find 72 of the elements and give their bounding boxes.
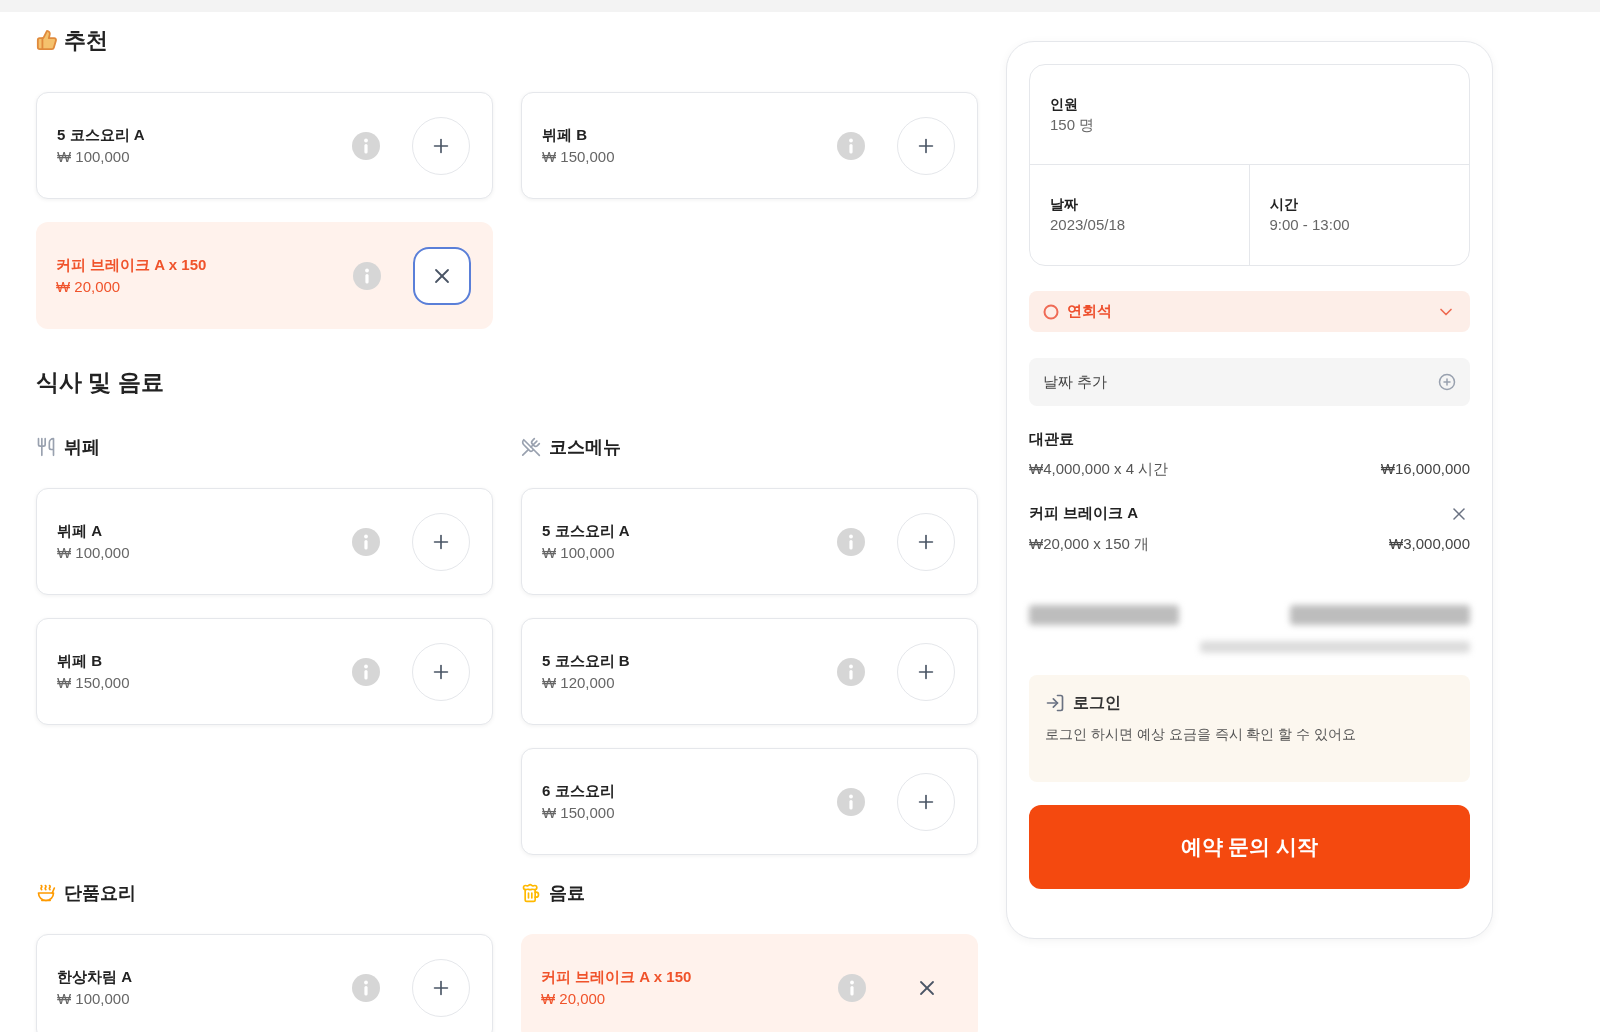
category-title: 코스메뉴 <box>549 435 621 459</box>
item-price: ₩ 100,000 <box>57 988 131 1009</box>
thumbs-up-icon <box>36 29 58 51</box>
charge-amount: ₩16,000,000 <box>1380 459 1470 479</box>
plus-circle-icon <box>1438 373 1456 391</box>
item-price: ₩ 20,000 <box>541 988 607 1009</box>
guests-field[interactable]: 인원 150 명 <box>1030 65 1469 165</box>
charge-name: 대관료 <box>1029 428 1074 449</box>
section-title: 식사 및 음료 <box>36 368 164 397</box>
field-value: 150 명 <box>1050 114 1096 135</box>
item-name: 한상차림 A <box>57 966 133 987</box>
item-price: ₩ 120,000 <box>542 672 616 693</box>
item-card[interactable]: 뷔페 B ₩ 150,000 <box>521 92 978 199</box>
charge-amount: ₩3,000,000 <box>1389 533 1470 554</box>
item-name: 커피 브레이크 A x 150 <box>56 254 208 275</box>
charge-detail: ₩4,000,000 x 4 시간 <box>1029 459 1169 479</box>
item-name: 5 코스요리 B <box>542 650 631 671</box>
info-icon <box>352 527 380 556</box>
item-card[interactable]: 뷔페 B ₩ 150,000 <box>36 618 493 725</box>
item-price: ₩ 100,000 <box>57 542 131 563</box>
ring-icon <box>1043 303 1059 320</box>
time-field[interactable]: 시간 9:00 - 13:00 <box>1249 165 1469 265</box>
login-icon <box>1045 693 1065 713</box>
item-name: 6 코스요리 <box>542 780 616 801</box>
category-title: 단품요리 <box>64 881 136 905</box>
utensils-icon <box>36 437 56 457</box>
info-icon <box>837 527 865 556</box>
info-icon <box>837 657 865 686</box>
item-card[interactable]: 5 코스요리 B ₩ 120,000 <box>521 618 978 725</box>
item-price: ₩ 20,000 <box>56 276 122 297</box>
item-price: ₩ 100,000 <box>57 146 131 167</box>
info-icon <box>837 131 865 160</box>
crossed-utensils-icon <box>521 437 541 457</box>
item-price: ₩ 150,000 <box>57 672 131 693</box>
item-name: 커피 브레이크 A x 150 <box>541 966 693 987</box>
item-name: 뷔페 B <box>57 650 103 671</box>
item-name: 뷔페 B <box>542 124 588 145</box>
item-name: 5 코스요리 A <box>542 520 631 541</box>
info-icon <box>352 657 380 686</box>
item-card[interactable]: 6 코스요리 ₩ 150,000 <box>521 748 978 855</box>
bowl-icon <box>36 883 56 903</box>
field-label: 시간 <box>1269 195 1299 214</box>
login-text: 로그인 하시면 예상 요금을 즉시 확인 할 수 있어요 <box>1045 725 1358 744</box>
date-field[interactable]: 날짜 2023/05/18 <box>1030 165 1250 265</box>
info-icon <box>352 973 380 1002</box>
category-title: 뷔페 <box>64 435 100 459</box>
info-icon <box>352 131 380 160</box>
start-inquiry-button[interactable]: 예약 문의 시작 <box>1029 805 1470 889</box>
item-name: 5 코스요리 A <box>57 124 146 145</box>
item-name: 뷔페 A <box>57 520 103 541</box>
field-value: 9:00 - 13:00 <box>1269 215 1351 235</box>
info-icon <box>353 261 381 290</box>
field-label: 날짜 <box>1050 195 1079 214</box>
item-price: ₩ 150,000 <box>542 802 616 823</box>
login-title: 로그인 <box>1073 693 1121 713</box>
item-price: ₩ 100,000 <box>542 542 616 563</box>
info-icon <box>837 787 865 816</box>
info-icon <box>838 973 866 1002</box>
field-label: 인원 <box>1050 94 1079 114</box>
remove-button[interactable] <box>413 246 471 305</box>
category-title: 음료 <box>549 881 585 905</box>
mug-icon <box>521 883 541 903</box>
charge-detail: ₩20,000 x 150 개 <box>1029 533 1150 554</box>
item-card[interactable]: 5 코스요리 A ₩ 100,000 <box>36 92 493 199</box>
charge-name: 커피 브레이크 A <box>1029 503 1139 524</box>
item-card[interactable]: 5 코스요리 A ₩ 100,000 <box>521 488 978 595</box>
item-card[interactable]: 뷔페 A ₩ 100,000 <box>36 488 493 595</box>
add-date-button[interactable]: 날짜 추가 <box>1029 358 1470 406</box>
field-value: 2023/05/18 <box>1050 215 1127 235</box>
section-title: 추천 <box>64 26 108 55</box>
item-card[interactable]: 한상차림 A ₩ 100,000 <box>36 934 493 1032</box>
item-price: ₩ 150,000 <box>542 146 616 167</box>
